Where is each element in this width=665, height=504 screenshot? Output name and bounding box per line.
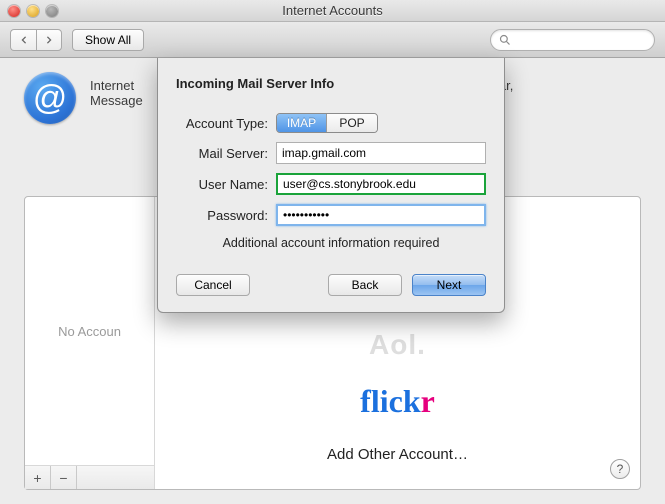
help-button[interactable]: ? bbox=[610, 459, 630, 479]
label-user-name: User Name: bbox=[176, 177, 276, 192]
password-input[interactable] bbox=[276, 204, 486, 226]
account-type-segmented: IMAP POP bbox=[276, 113, 378, 133]
row-mail-server: Mail Server: bbox=[176, 142, 486, 164]
account-type-imap[interactable]: IMAP bbox=[277, 114, 327, 132]
toolbar: Show All bbox=[0, 22, 665, 58]
service-aol[interactable]: Aol. bbox=[369, 329, 426, 361]
sheet-title: Incoming Mail Server Info bbox=[176, 76, 486, 91]
show-all-label: Show All bbox=[85, 33, 131, 47]
window-title: Internet Accounts bbox=[0, 3, 665, 18]
accounts-sidebar: No Accoun + − bbox=[25, 197, 155, 489]
search-icon bbox=[499, 34, 511, 46]
label-mail-server: Mail Server: bbox=[176, 146, 276, 161]
window-titlebar: Internet Accounts bbox=[0, 0, 665, 22]
cancel-button[interactable]: Cancel bbox=[176, 274, 250, 296]
chevron-left-icon bbox=[20, 36, 28, 44]
row-user-name: User Name: bbox=[176, 173, 486, 195]
no-accounts-label: No Accoun bbox=[58, 324, 121, 339]
label-password: Password: bbox=[176, 208, 276, 223]
status-message: Additional account information required bbox=[176, 236, 486, 250]
row-account-type: Account Type: IMAP POP bbox=[176, 113, 486, 133]
service-flickr[interactable]: flickr bbox=[360, 383, 435, 420]
mail-server-input[interactable] bbox=[276, 142, 486, 164]
search-input[interactable] bbox=[515, 33, 665, 47]
search-field[interactable] bbox=[490, 29, 655, 51]
next-button[interactable]: Next bbox=[412, 274, 486, 296]
label-account-type: Account Type: bbox=[176, 116, 276, 131]
nav-back-forward bbox=[10, 29, 62, 51]
nav-back-button[interactable] bbox=[10, 29, 36, 51]
nav-forward-button[interactable] bbox=[36, 29, 62, 51]
user-name-input[interactable] bbox=[276, 173, 486, 195]
at-sign-icon: @ bbox=[24, 72, 76, 124]
add-other-account-button[interactable]: Add Other Account… bbox=[327, 446, 468, 463]
show-all-button[interactable]: Show All bbox=[72, 29, 144, 51]
add-account-button[interactable]: + bbox=[25, 466, 51, 489]
chevron-right-icon bbox=[45, 36, 53, 44]
incoming-mail-sheet: Incoming Mail Server Info Account Type: … bbox=[157, 58, 505, 313]
remove-account-button[interactable]: − bbox=[51, 466, 77, 489]
row-password: Password: bbox=[176, 204, 486, 226]
back-button[interactable]: Back bbox=[328, 274, 402, 296]
account-type-pop[interactable]: POP bbox=[327, 114, 377, 132]
